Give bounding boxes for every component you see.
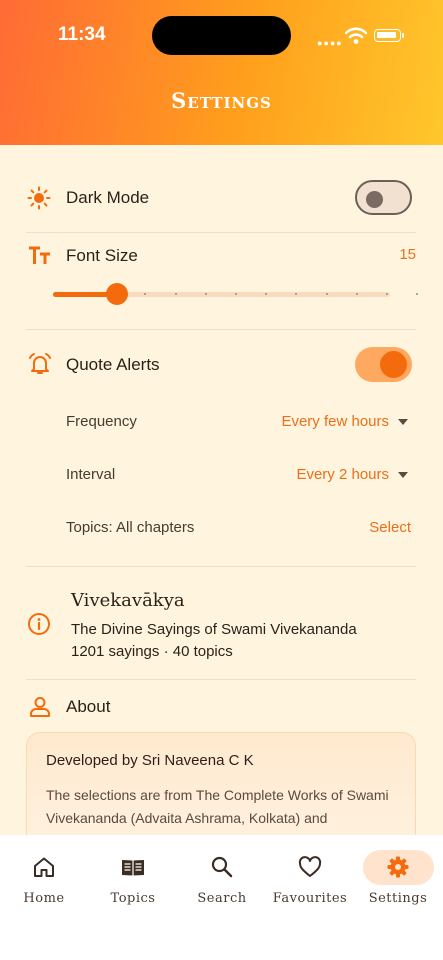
nav-label: Search xyxy=(197,891,247,906)
app-name: Vivekavākya xyxy=(71,590,185,611)
toggle-knob xyxy=(380,351,407,378)
quote-alerts-label: Quote Alerts xyxy=(66,355,160,374)
toggle-knob xyxy=(366,191,383,208)
bottom-nav: Home Topics Search Favourites Settings xyxy=(0,835,443,960)
book-icon xyxy=(122,860,144,876)
divider xyxy=(26,566,416,567)
about-card-text: The selections are from The Complete Wor… xyxy=(46,787,389,826)
frequency-label: Frequency xyxy=(66,413,137,430)
home-icon xyxy=(34,857,54,877)
gear-icon xyxy=(387,856,409,878)
heart-icon xyxy=(298,856,322,877)
slider-tick xyxy=(355,293,358,295)
chevron-down-icon[interactable] xyxy=(398,419,408,425)
nav-label: Home xyxy=(23,891,65,906)
slider-thumb[interactable] xyxy=(106,283,129,305)
nav-label: Topics xyxy=(110,891,156,906)
page-title: Settings xyxy=(171,88,272,113)
slider-tick xyxy=(204,293,207,295)
nav-search[interactable]: Search xyxy=(178,847,266,922)
slider-tick xyxy=(386,293,388,295)
app-stats: 1201 sayings · 40 topics xyxy=(71,643,233,660)
app-header: 11:34 ●●●● Settings xyxy=(0,0,443,145)
topics-label: Topics: All chapters xyxy=(66,519,195,536)
chevron-down-icon[interactable] xyxy=(398,472,408,478)
font-size-value: 15 xyxy=(399,246,416,263)
about-card-title: Developed by Sri Naveena C K xyxy=(46,752,254,769)
settings-content: Dark Mode Font Size 15 Quote Alerts Freq… xyxy=(0,145,443,835)
person-icon xyxy=(30,697,50,717)
about-card: Developed by Sri Naveena C K The selecti… xyxy=(26,732,416,835)
battery-icon xyxy=(374,29,401,42)
slider-tick xyxy=(84,293,86,295)
quote-alerts-toggle[interactable] xyxy=(355,347,412,382)
font-size-label: Font Size xyxy=(66,246,138,265)
dark-mode-label: Dark Mode xyxy=(66,188,150,207)
nav-favourites[interactable]: Favourites xyxy=(266,847,354,922)
info-icon xyxy=(28,613,50,635)
nav-label: Settings xyxy=(368,891,428,906)
app-subtitle: The Divine Sayings of Swami Vivekananda xyxy=(71,621,357,638)
interval-label: Interval xyxy=(66,466,116,483)
divider xyxy=(26,232,416,233)
wifi-icon xyxy=(345,27,367,44)
nav-home[interactable]: Home xyxy=(0,847,88,922)
slider-tick xyxy=(416,293,419,295)
interval-dropdown[interactable]: Every 2 hours xyxy=(296,466,389,483)
status-time: 11:34 xyxy=(58,24,106,45)
search-icon xyxy=(211,856,233,878)
divider xyxy=(26,329,416,330)
frequency-dropdown[interactable]: Every few hours xyxy=(281,413,389,430)
divider xyxy=(26,679,416,680)
font-size-icon xyxy=(29,246,50,264)
dynamic-island xyxy=(152,16,291,55)
topics-select-link[interactable]: Select xyxy=(369,519,411,536)
slider-tick xyxy=(235,293,237,295)
about-label: About xyxy=(66,697,111,716)
alarm-bell-icon xyxy=(29,353,51,374)
sun-icon xyxy=(27,186,51,210)
nav-label: Favourites xyxy=(272,891,348,906)
slider-tick xyxy=(325,293,328,295)
nav-settings[interactable]: Settings xyxy=(354,847,442,922)
battery-tip xyxy=(402,33,404,38)
dark-mode-toggle[interactable] xyxy=(355,180,412,215)
slider-tick xyxy=(174,293,177,295)
signal-icon: ●●●● xyxy=(317,38,343,48)
nav-topics[interactable]: Topics xyxy=(89,847,177,922)
